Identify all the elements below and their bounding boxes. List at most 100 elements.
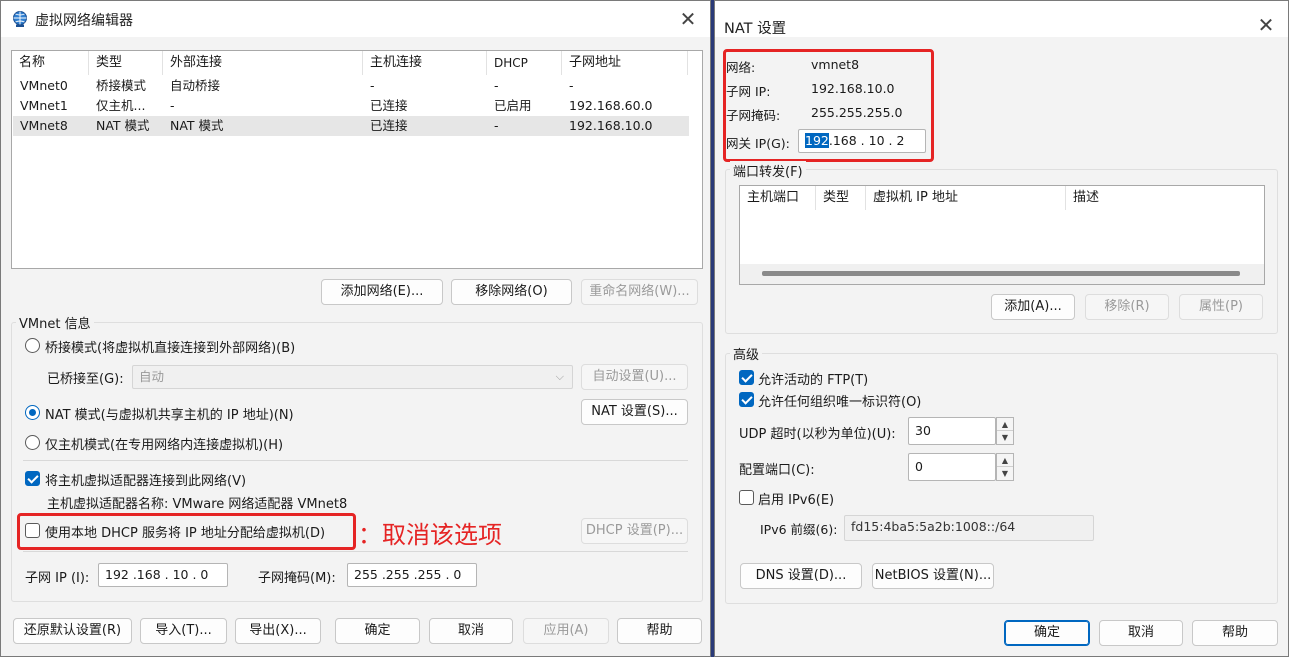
config-port-field[interactable]: 0	[908, 453, 996, 481]
table-row[interactable]: VMnet8 NAT 模式 NAT 模式 已连接 - 192.168.10.0	[13, 116, 689, 136]
add-network-button[interactable]: 添加网络(E)...	[321, 279, 443, 305]
gateway-label: 网关 IP(G):	[726, 136, 790, 151]
ok-button[interactable]: 确定	[1004, 620, 1090, 646]
bridged-to-label: 已桥接至(G):	[47, 372, 124, 387]
udp-timeout-spinner[interactable]: ▲ ▼	[996, 417, 1014, 445]
udp-timeout-field[interactable]: 30	[908, 417, 996, 445]
export-button[interactable]: 导出(X)...	[235, 618, 321, 644]
apply-button[interactable]: 应用(A)	[523, 618, 609, 644]
allow-ftp-checkbox[interactable]	[739, 370, 754, 385]
add-port-button[interactable]: 添加(A)...	[991, 294, 1075, 320]
chevron-down-icon: ⌵	[555, 370, 564, 383]
network-globe-icon	[13, 11, 27, 27]
help-button[interactable]: 帮助	[617, 618, 702, 644]
port-forwarding-table[interactable]: 主机端口 类型 虚拟机 IP 地址 描述	[739, 185, 1265, 285]
close-icon[interactable]: ✕	[676, 7, 700, 31]
ipv6-prefix-field[interactable]: fd15:4ba5:5a2b:1008::/64	[844, 515, 1094, 541]
subnet-ip-value: 192.168.10.0	[811, 81, 895, 96]
close-icon[interactable]: ✕	[1254, 13, 1278, 37]
host-only-radio[interactable]	[25, 435, 40, 450]
network-table[interactable]: 名称 类型 外部连接 主机连接 DHCP 子网地址 VMnet0 桥接模式 自动…	[11, 50, 703, 269]
spin-up-icon[interactable]: ▲	[997, 454, 1013, 467]
allow-ftp-label: 允许活动的 FTP(T)	[758, 373, 869, 388]
bridged-mode-radio[interactable]	[25, 338, 40, 353]
column-header-vm-ip[interactable]: 虚拟机 IP 地址	[866, 186, 1066, 210]
window-title: 虚拟网络编辑器	[35, 13, 133, 29]
subnet-ip-label: 子网 IP:	[726, 84, 771, 99]
subnet-mask-label: 子网掩码(M):	[258, 571, 336, 586]
cell-host: 已连接	[370, 98, 408, 113]
subnet-mask-value: 255.255.255.0	[811, 105, 903, 120]
cell-subnet: 192.168.60.0	[569, 98, 653, 113]
nat-mode-radio[interactable]	[25, 405, 40, 420]
subnet-ip-field[interactable]: 192 .168 . 10 . 0	[98, 563, 228, 587]
cell-type: NAT 模式	[96, 118, 150, 133]
cell-external: NAT 模式	[170, 118, 224, 133]
cancel-button[interactable]: 取消	[1099, 620, 1183, 646]
cell-dhcp: 已启用	[494, 98, 532, 113]
column-header-host[interactable]: 主机连接	[363, 51, 487, 75]
window-title: NAT 设置	[724, 21, 787, 37]
table-row[interactable]: VMnet0 桥接模式 自动桥接 - - -	[13, 76, 689, 96]
remove-network-button[interactable]: 移除网络(O)	[451, 279, 572, 305]
properties-button[interactable]: 属性(P)	[1179, 294, 1263, 320]
cell-name: VMnet0	[20, 78, 68, 93]
spin-down-icon[interactable]: ▼	[997, 467, 1013, 480]
horizontal-scrollbar[interactable]	[740, 264, 1264, 284]
column-header-description[interactable]: 描述	[1066, 186, 1264, 210]
cell-subnet: -	[569, 78, 574, 93]
connect-adapter-checkbox[interactable]	[25, 471, 40, 486]
connect-adapter-label: 将主机虚拟适配器连接到此网络(V)	[45, 474, 247, 489]
subnet-mask-field[interactable]: 255 .255 .255 . 0	[347, 563, 477, 587]
column-header-host-port[interactable]: 主机端口	[740, 186, 816, 210]
nat-settings-window: NAT 设置 ✕ 网络: vmnet8 子网 IP: 192.168.10.0 …	[714, 0, 1289, 657]
subnet-mask-label: 子网掩码:	[726, 108, 781, 123]
table-row[interactable]: VMnet1 仅主机... - 已连接 已启用 192.168.60.0	[13, 96, 689, 116]
cell-type: 仅主机...	[96, 98, 146, 113]
advanced-label: 高级	[730, 344, 763, 363]
restore-defaults-button[interactable]: 还原默认设置(R)	[13, 618, 132, 644]
gateway-ip-field[interactable]: 192.168 . 10 . 2	[798, 129, 926, 153]
column-header-type[interactable]: 类型	[89, 51, 163, 75]
column-header-subnet[interactable]: 子网地址	[562, 51, 688, 75]
cell-dhcp: -	[494, 78, 499, 93]
dhcp-label: 使用本地 DHCP 服务将 IP 地址分配给虚拟机(D)	[45, 526, 326, 541]
spin-down-icon[interactable]: ▼	[997, 431, 1013, 444]
scrollbar-thumb[interactable]	[762, 271, 1240, 276]
subnet-ip-label: 子网 IP (I):	[25, 571, 90, 586]
cell-host: -	[370, 78, 375, 93]
allow-oui-label: 允许任何组织唯一标识符(O)	[758, 395, 922, 410]
cell-subnet: 192.168.10.0	[569, 118, 653, 133]
nat-settings-button[interactable]: NAT 设置(S)...	[581, 399, 688, 425]
gateway-remaining: .168 . 10 . 2	[828, 133, 905, 148]
auto-settings-button[interactable]: 自动设置(U)...	[581, 364, 688, 390]
title-bar: NAT 设置 ✕	[715, 1, 1288, 37]
bridged-to-select[interactable]: 自动 ⌵	[132, 365, 573, 389]
dhcp-checkbox[interactable]	[25, 523, 40, 538]
dhcp-settings-button[interactable]: DHCP 设置(P)...	[581, 518, 688, 544]
ipv6-prefix-label: IPv6 前缀(6):	[760, 522, 838, 537]
dns-settings-button[interactable]: DNS 设置(D)...	[740, 563, 862, 589]
column-header-type[interactable]: 类型	[816, 186, 866, 210]
import-button[interactable]: 导入(T)...	[140, 618, 227, 644]
cell-name: VMnet1	[20, 98, 68, 113]
column-header-dhcp[interactable]: DHCP	[487, 51, 562, 75]
network-value: vmnet8	[811, 57, 860, 72]
netbios-settings-button[interactable]: NetBIOS 设置(N)...	[872, 563, 994, 589]
allow-oui-checkbox[interactable]	[739, 392, 754, 407]
gateway-selected-octet: 192	[805, 133, 829, 148]
divider	[23, 551, 688, 552]
cell-type: 桥接模式	[96, 78, 147, 93]
remove-port-button[interactable]: 移除(R)	[1085, 294, 1169, 320]
help-button[interactable]: 帮助	[1192, 620, 1278, 646]
enable-ipv6-checkbox[interactable]	[739, 490, 754, 505]
ok-button[interactable]: 确定	[335, 618, 420, 644]
rename-network-button[interactable]: 重命名网络(W)...	[581, 279, 698, 305]
column-header-name[interactable]: 名称	[12, 51, 89, 75]
column-header-external[interactable]: 外部连接	[163, 51, 363, 75]
config-port-spinner[interactable]: ▲ ▼	[996, 453, 1014, 481]
virtual-network-editor-window: 虚拟网络编辑器 ✕ 名称 类型 外部连接 主机连接 DHCP 子网地址 VMne…	[0, 0, 711, 657]
spin-up-icon[interactable]: ▲	[997, 418, 1013, 431]
bridged-to-value: 自动	[139, 369, 165, 384]
cancel-button[interactable]: 取消	[429, 618, 513, 644]
